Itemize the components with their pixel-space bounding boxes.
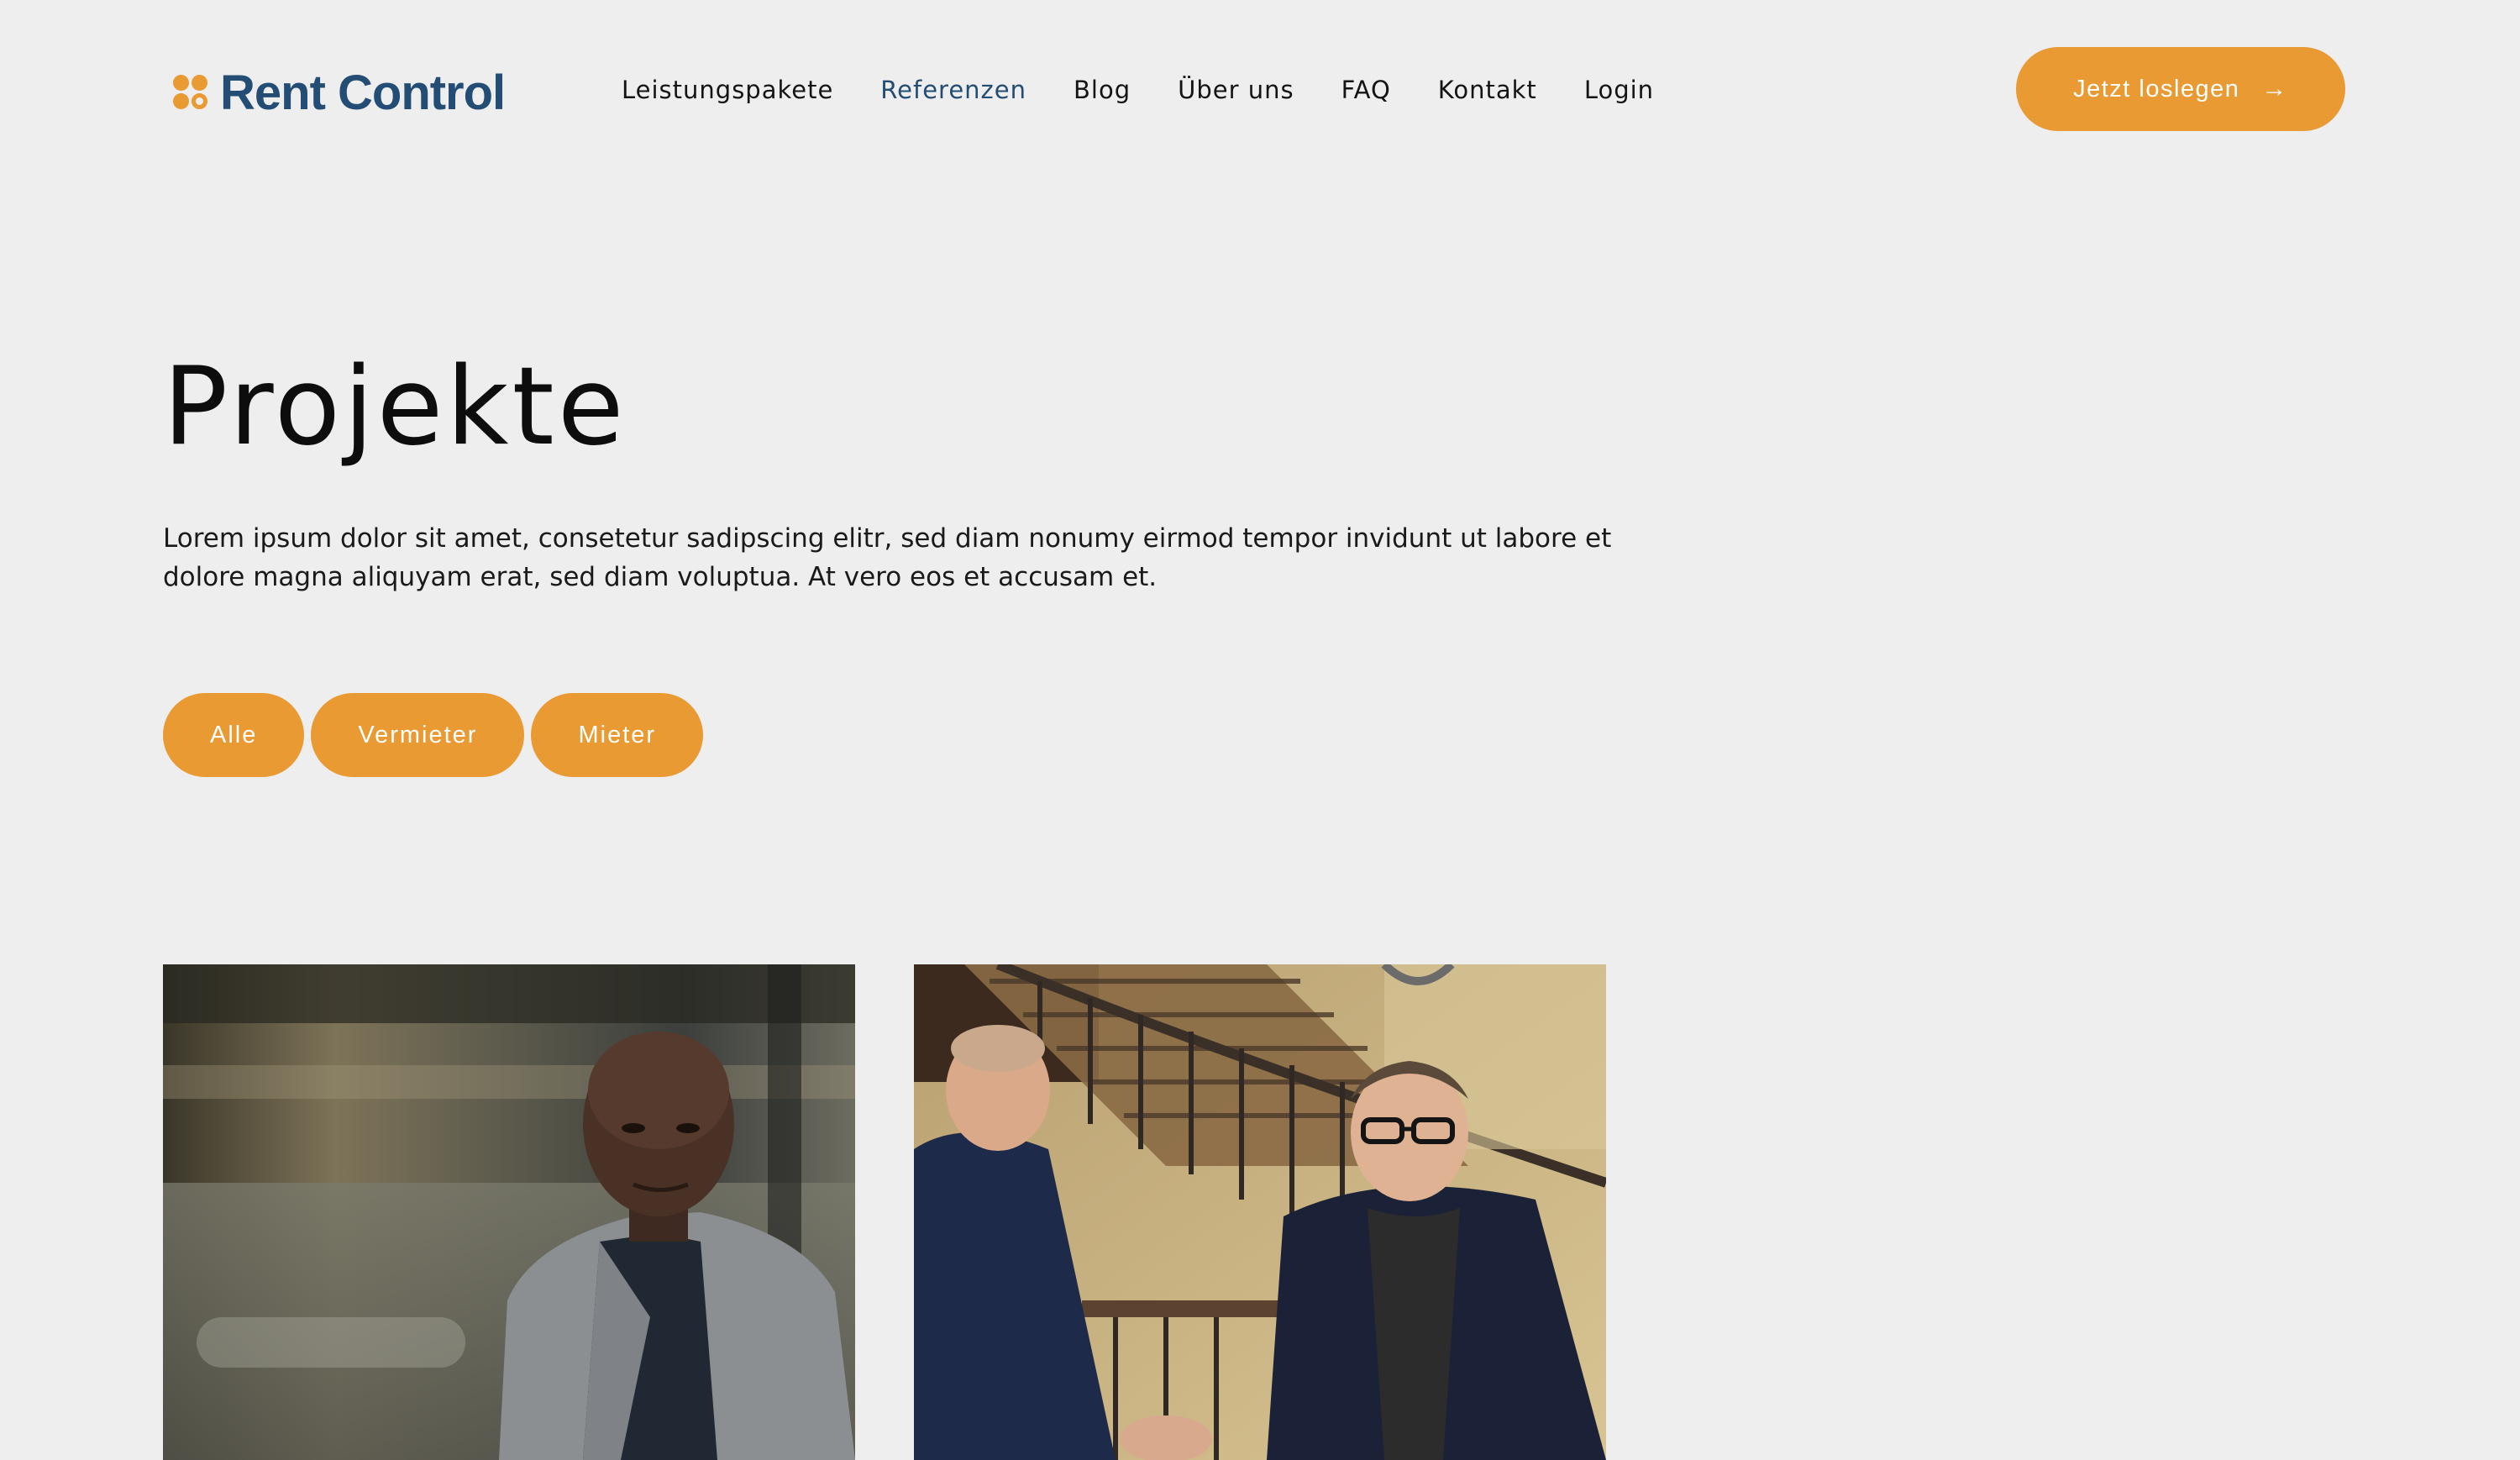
filter-tenant-button[interactable]: Mieter	[531, 693, 704, 777]
nav-item-login[interactable]: Login	[1584, 76, 1654, 104]
logo-text: Rent Control	[220, 65, 506, 120]
get-started-label: Jetzt loslegen	[2073, 75, 2240, 102]
page-title: Projekte	[163, 344, 627, 470]
main-nav: Leistungspakete Referenzen Blog Über uns…	[622, 69, 1654, 111]
filter-landlord-button[interactable]: Vermieter	[311, 693, 525, 777]
nav-item-ueber-uns[interactable]: Über uns	[1178, 76, 1294, 104]
two-men-shaking-hands-on-staircase-photo	[914, 964, 1606, 1460]
intro-text: Lorem ipsum dolor sit amet, consetetur s…	[163, 523, 1612, 592]
get-started-button[interactable]: Jetzt loslegen →	[2016, 47, 2345, 131]
project-card[interactable]	[914, 964, 1606, 1460]
logo-link[interactable]: Rent Control	[173, 59, 506, 126]
nav-item-faq[interactable]: FAQ	[1341, 76, 1391, 104]
nav-item-kontakt[interactable]: Kontakt	[1438, 76, 1537, 104]
arrow-right-icon: →	[2261, 75, 2288, 102]
project-card[interactable]	[163, 964, 855, 1460]
portrait-man-in-grey-blazer-photo	[163, 964, 855, 1460]
site-header: Rent Control Leistungspakete Referenzen …	[0, 0, 2520, 176]
page: Rent Control Leistungspakete Referenzen …	[0, 0, 2520, 1460]
nav-item-referenzen[interactable]: Referenzen	[880, 76, 1026, 104]
nav-item-leistungspakete[interactable]: Leistungspakete	[622, 76, 833, 104]
logo-icon	[173, 73, 208, 112]
project-filters: Alle Vermieter Mieter	[163, 693, 704, 777]
nav-item-blog[interactable]: Blog	[1074, 76, 1131, 104]
filter-all-button[interactable]: Alle	[163, 693, 305, 777]
